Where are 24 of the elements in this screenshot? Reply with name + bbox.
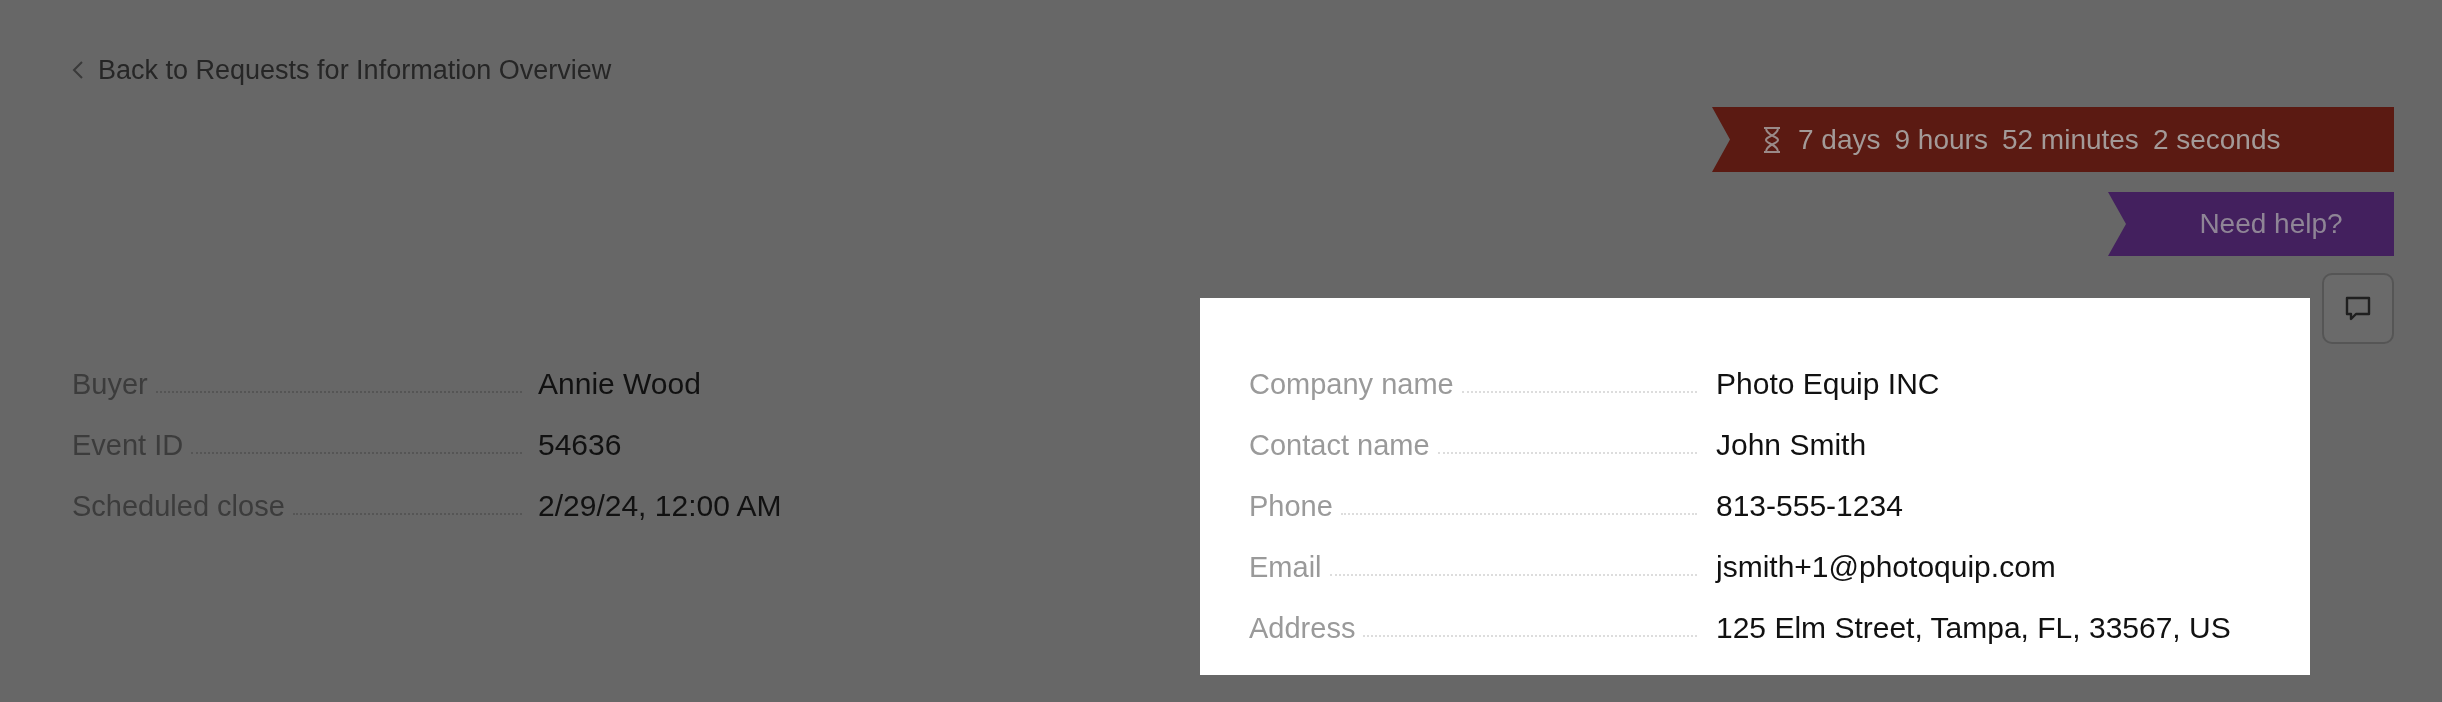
- field-label: Address: [1249, 611, 1356, 645]
- field-value: 125 Elm Street, Tampa, FL, 33567, US: [1716, 611, 2231, 645]
- help-button[interactable]: Need help?: [2108, 192, 2394, 256]
- field-value: 2/29/24, 12:00 AM: [538, 489, 782, 523]
- countdown-text: 2 seconds: [2152, 122, 2281, 157]
- back-link[interactable]: Back to Requests for Information Overview: [72, 50, 2394, 90]
- countdown-text: 7 days: [1798, 122, 1881, 157]
- field-label: Company name: [1249, 367, 1454, 401]
- hourglass-icon: [1762, 125, 1782, 154]
- field-label: Email: [1249, 550, 1322, 584]
- field-label: Contact name: [1249, 428, 1430, 462]
- countdown-text: 52 minutes: [2001, 122, 2139, 157]
- field-value: jsmith+1@photoquip.com: [1716, 550, 2056, 584]
- field-value: John Smith: [1716, 428, 1867, 462]
- countdown-text: 9 hours: [1894, 122, 1988, 157]
- field-value: 813-555-1234: [1716, 489, 1903, 523]
- field-value: Photo Equip INC: [1716, 367, 1940, 401]
- comment-button[interactable]: [2322, 273, 2394, 344]
- field-value: 54636: [538, 428, 622, 462]
- chevron-left-icon: [72, 60, 84, 80]
- field-label: Phone: [1249, 489, 1333, 523]
- back-link-text: Back to Requests for Information Overview: [98, 53, 612, 87]
- field-value: Annie Wood: [538, 367, 701, 401]
- speech-bubble-icon: [2344, 294, 2372, 323]
